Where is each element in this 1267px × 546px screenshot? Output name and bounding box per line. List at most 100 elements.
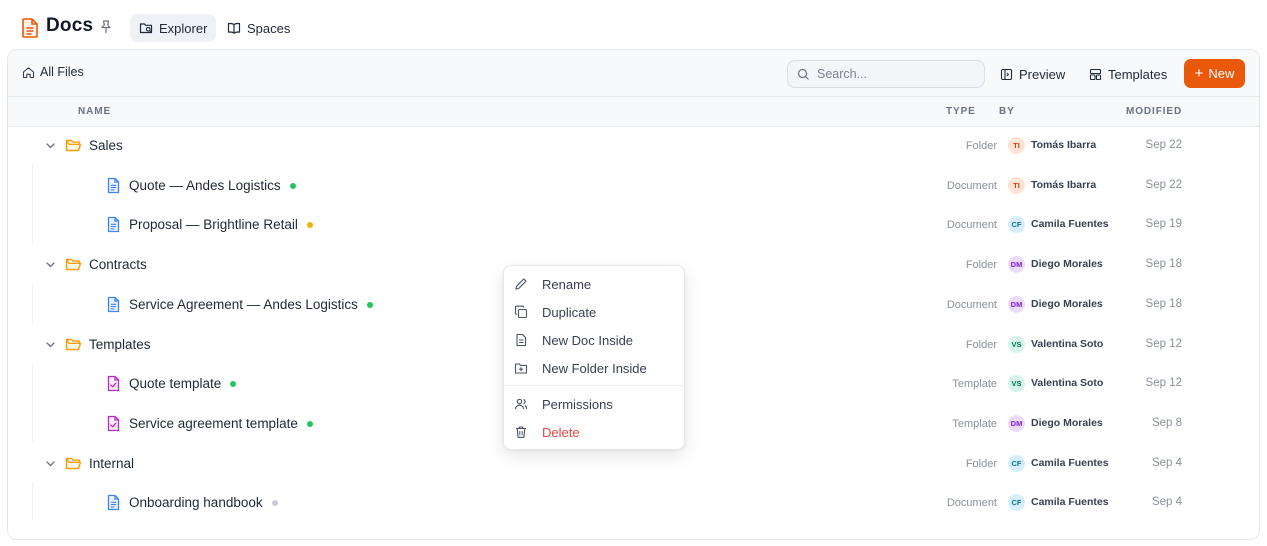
new-button[interactable]: + New — [1184, 59, 1245, 88]
file-name: Onboarding handbook — [129, 495, 263, 511]
row-modified: Sep 18 — [1145, 297, 1182, 310]
menu-duplicate-label: Duplicate — [542, 304, 597, 320]
row-owner: Valentina Soto — [1031, 377, 1104, 390]
folder-name: Templates — [89, 336, 151, 352]
menu-delete-label: Delete — [542, 424, 580, 440]
copy-icon — [514, 305, 528, 319]
folder-open-icon — [65, 139, 82, 152]
row-modified: Sep 19 — [1145, 218, 1182, 231]
home-icon — [22, 66, 35, 78]
search-box[interactable] — [787, 60, 985, 88]
panel-toolbar: All Files Preview Templates — [8, 50, 1259, 97]
row-owner: Diego Morales — [1031, 297, 1103, 310]
row-owner: Camila Fuentes — [1031, 496, 1109, 509]
menu-rename-label: Rename — [542, 276, 592, 292]
status-dot — [307, 420, 313, 427]
row-owner: Camila Fuentes — [1031, 456, 1109, 469]
status-dot — [307, 222, 313, 229]
avatar: VS — [1008, 335, 1025, 353]
menu-duplicate[interactable]: Duplicate — [504, 298, 684, 326]
folder-open-icon — [65, 338, 82, 350]
folder-name: Sales — [89, 138, 123, 153]
column-by[interactable]: BY — [999, 106, 1015, 117]
menu-permissions-label: Permissions — [542, 396, 613, 412]
row-modified: Sep 22 — [1145, 178, 1182, 191]
row-owner: Tomás Ibarra — [1031, 178, 1097, 191]
folder-row[interactable]: Sales Folder TI Tomás Ibarra Sep 22 — [8, 126, 1259, 166]
menu-new-doc-label: New Doc Inside — [542, 332, 634, 348]
row-modified: Sep 12 — [1145, 377, 1182, 390]
avatar: DM — [1008, 295, 1025, 313]
chevron-down-icon[interactable] — [45, 458, 56, 469]
document-file-icon — [107, 296, 120, 312]
menu-new-doc[interactable]: New Doc Inside — [504, 326, 684, 354]
column-name[interactable]: NAME — [78, 106, 111, 117]
row-modified: Sep 22 — [1145, 139, 1182, 151]
row-type: Document — [946, 219, 997, 232]
avatar: TI — [1008, 137, 1025, 154]
menu-delete[interactable]: Delete — [504, 418, 684, 446]
status-dot — [367, 301, 373, 308]
row-type: Folder — [965, 140, 997, 152]
column-modified[interactable]: MODIFIED — [1126, 106, 1182, 117]
menu-new-folder-label: New Folder Inside — [542, 360, 647, 376]
avatar: VS — [1008, 375, 1025, 393]
file-name: Service agreement template — [129, 415, 298, 431]
avatar: TI — [1008, 176, 1025, 194]
avatar: DM — [1008, 256, 1025, 274]
chevron-down-icon[interactable] — [45, 140, 56, 151]
row-owner: Diego Morales — [1031, 416, 1103, 429]
document-logo-icon — [22, 18, 38, 38]
menu-new-folder[interactable]: New Folder Inside — [504, 354, 684, 382]
file-row[interactable]: Onboarding handbook Document CF Camila Fuen… — [8, 483, 1259, 523]
row-type: Template — [952, 417, 997, 430]
templates-button[interactable]: Templates — [1085, 61, 1171, 87]
app-title: Docs — [46, 15, 94, 36]
avatar: CF — [1008, 454, 1025, 472]
column-type[interactable]: TYPE — [946, 106, 976, 117]
file-text-icon — [516, 333, 527, 347]
search-icon — [797, 68, 809, 80]
new-label: New — [1208, 66, 1235, 81]
preview-button[interactable]: Preview — [996, 61, 1069, 87]
menu-permissions[interactable]: Permissions — [504, 390, 684, 418]
row-type: Document — [946, 298, 997, 311]
pin-icon[interactable] — [98, 19, 114, 35]
document-file-icon — [107, 495, 120, 511]
row-owner: Valentina Soto — [1031, 337, 1104, 350]
layout-template-icon — [1089, 68, 1102, 80]
row-owner: Tomás Ibarra — [1031, 139, 1097, 151]
row-owner: Camila Fuentes — [1031, 218, 1109, 231]
chevron-down-icon[interactable] — [45, 259, 56, 270]
row-type: Document — [946, 497, 997, 510]
folder-plus-icon — [514, 363, 528, 374]
search-input[interactable] — [817, 67, 977, 81]
row-owner: Diego Morales — [1031, 258, 1103, 271]
users-icon — [514, 398, 528, 410]
row-modified: Sep 8 — [1151, 416, 1182, 429]
folder-name: Internal — [89, 455, 135, 471]
trash-icon — [516, 426, 526, 438]
context-menu: Rename Duplicate New Doc Inside New Fold… — [503, 265, 685, 450]
templates-label: Templates — [1108, 66, 1168, 82]
status-dot — [272, 500, 278, 507]
menu-rename[interactable]: Rename — [504, 270, 684, 298]
breadcrumb[interactable]: All Files — [22, 65, 84, 79]
row-modified: Sep 4 — [1151, 496, 1182, 509]
file-row[interactable]: Quote — Andes Logistics Document TI Tomás I… — [8, 166, 1259, 206]
avatar: DM — [1008, 414, 1025, 432]
avatar: CF — [1008, 494, 1025, 512]
open-book-icon — [227, 22, 241, 34]
menu-divider — [504, 385, 684, 386]
file-name: Service Agreement — Andes Logistics — [129, 296, 358, 312]
tab-explorer[interactable]: Explorer — [130, 14, 217, 42]
file-row[interactable]: Proposal — Brightline Retail Document CF Ca… — [8, 205, 1259, 245]
folder-open-icon — [65, 457, 82, 469]
preview-label: Preview — [1019, 66, 1066, 82]
document-file-icon — [107, 217, 120, 233]
chevron-down-icon[interactable] — [45, 339, 56, 350]
tab-spaces[interactable]: Spaces — [218, 14, 299, 42]
top-bar: Docs Explorer Spaces — [0, 0, 1267, 52]
row-modified: Sep 4 — [1151, 456, 1182, 469]
folder-open-icon — [65, 258, 82, 271]
